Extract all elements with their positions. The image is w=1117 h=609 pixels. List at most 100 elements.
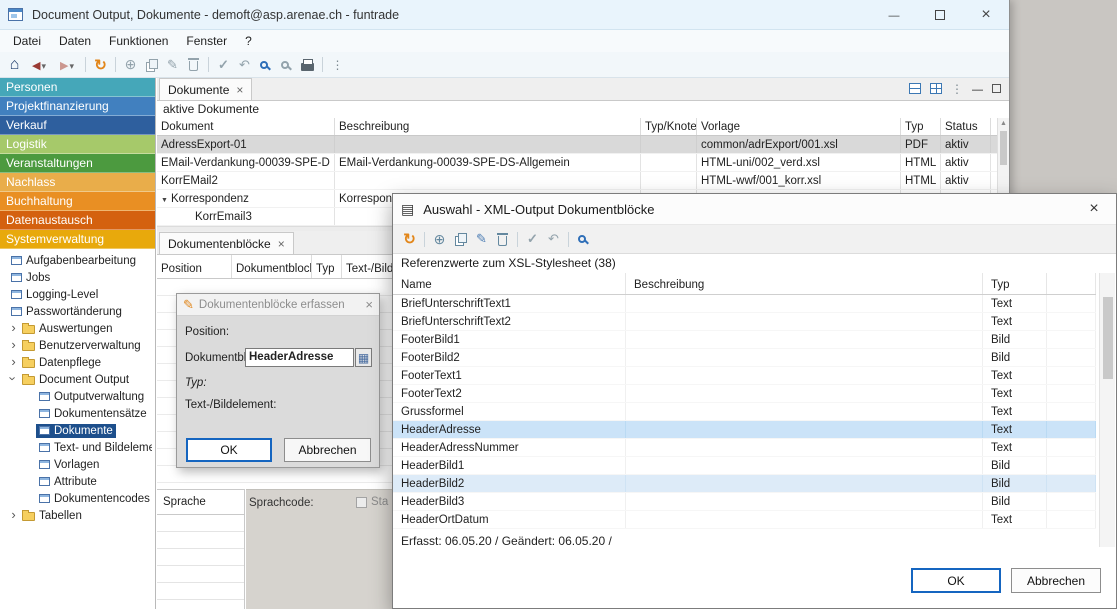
confirm-button[interactable] [522,227,543,251]
scrollbar-thumb[interactable] [1103,297,1113,379]
dokumentblock-input[interactable]: HeaderAdresse [245,348,354,367]
edit-button[interactable] [471,227,492,251]
column-header-beschreibung[interactable]: Beschreibung [626,273,983,294]
refresh-button[interactable] [399,227,420,251]
tab-close-icon[interactable] [278,237,285,251]
tree-item-tabellen[interactable]: Tabellen [0,507,155,524]
tab-dokumentenbloecke[interactable]: Dokumentenblöcke [159,232,294,254]
home-button[interactable] [4,53,25,77]
menu-item-fenster[interactable]: Fenster [177,30,236,52]
tree-item-dokumente[interactable]: Dokumente [0,422,155,439]
cancel-button[interactable]: Abbrechen [284,438,371,462]
scroll-up-icon[interactable]: ▲ [998,118,1009,130]
column-header-typ[interactable]: Typ [312,255,342,278]
expander-icon[interactable] [8,373,19,386]
sidebar-category-datenaustausch[interactable]: Datenaustausch [0,211,155,230]
copy-button[interactable] [141,53,162,77]
ok-button[interactable]: OK [186,438,272,462]
tree-item-text-und-bildelemente[interactable]: Text- und Bildelemente [0,439,155,456]
reference-vertical-scrollbar[interactable] [1099,273,1115,547]
column-header-vorlage[interactable]: Vorlage [697,118,901,135]
sidebar-category-personen[interactable]: Personen [0,78,155,97]
undo-button[interactable] [234,53,255,77]
menu-item-datei[interactable]: Datei [4,30,50,52]
reference-row[interactable]: HeaderBild3Bild [393,493,1096,511]
lookup-button[interactable] [355,348,372,367]
close-button[interactable] [963,0,1009,30]
document-row[interactable]: AdressExport-01common/adrExport/001.xslP… [157,136,997,154]
expander-icon[interactable] [8,509,19,522]
refresh-button[interactable] [90,53,111,77]
sidebar-category-logistik[interactable]: Logistik [0,135,155,154]
tree-item-benutzerverwaltung[interactable]: Benutzerverwaltung [0,337,155,354]
column-header-dokument[interactable]: Dokument [157,118,335,135]
tree-item-vorlagen[interactable]: Vorlagen [0,456,155,473]
sprache-column-header[interactable]: Sprache [157,489,245,515]
column-header-typ-knoten[interactable]: Typ/Knoten [641,118,697,135]
reference-row[interactable]: HeaderBild2Bild [393,475,1096,493]
cancel-button[interactable]: Abbrechen [1011,568,1101,593]
sidebar-category-projektfinanzierung[interactable]: Projektfinanzierung [0,97,155,116]
reference-row[interactable]: HeaderAdresseText [393,421,1096,439]
more-options-icon[interactable] [951,82,963,96]
search-button[interactable] [255,53,276,77]
sidebar-category-systemverwaltung[interactable]: Systemverwaltung [0,230,155,249]
edit-button[interactable] [162,53,183,77]
reference-row[interactable]: FooterBild2Bild [393,349,1096,367]
tab-dokumente[interactable]: Dokumente [159,78,252,100]
restore-panel-icon[interactable] [992,84,1001,93]
edit-dialog-close-icon[interactable] [365,297,373,312]
menu-item-[interactable]: ? [236,30,261,52]
reference-row[interactable]: HeaderAdressNummerText [393,439,1096,457]
delete-button[interactable] [183,53,204,77]
column-header-typ[interactable]: Typ [901,118,941,135]
collapse-icon[interactable] [161,193,171,205]
copy-button[interactable] [450,227,471,251]
tree-item-datenpflege[interactable]: Datenpflege [0,354,155,371]
reference-row[interactable]: FooterBild1Bild [393,331,1096,349]
tree-item-auswertungen[interactable]: Auswertungen [0,320,155,337]
reference-row[interactable]: GrussformelText [393,403,1096,421]
search-secondary-button[interactable] [276,53,297,77]
reference-row[interactable]: FooterText1Text [393,367,1096,385]
reference-row[interactable]: BriefUnterschriftText2Text [393,313,1096,331]
document-row[interactable]: EMail-Verdankung-00039-SPE-DEMail-Verdan… [157,154,997,172]
tree-item-outputverwaltung[interactable]: Outputverwaltung [0,388,155,405]
expander-icon[interactable] [8,356,19,369]
tree-item-jobs[interactable]: Jobs [0,269,155,286]
print-button[interactable] [297,53,318,77]
menu-item-funktionen[interactable]: Funktionen [100,30,177,52]
search-button[interactable] [573,227,594,251]
tree-item-dokumentens-tze[interactable]: Dokumentensätze [0,405,155,422]
tree-item-passwort-nderung[interactable]: Passwortänderung [0,303,155,320]
reference-row[interactable]: HeaderOrtDatumText [393,511,1096,529]
auswahl-close-button[interactable] [1072,194,1116,224]
confirm-button[interactable] [213,53,234,77]
sidebar-category-nachlass[interactable]: Nachlass [0,173,155,192]
sidebar-category-veranstaltungen[interactable]: Veranstaltungen [0,154,155,173]
toolbar-overflow-button[interactable] [327,53,348,77]
reference-row[interactable]: HeaderBild1Bild [393,457,1096,475]
minimize-panel-icon[interactable] [972,82,983,96]
tree-item-attribute[interactable]: Attribute [0,473,155,490]
document-row[interactable]: KorrEMail2HTML-wwf/001_korr.xslHTMLaktiv [157,172,997,190]
split-horizontal-icon[interactable] [909,83,921,94]
scrollbar-thumb[interactable] [1000,131,1007,165]
reference-row[interactable]: FooterText2Text [393,385,1096,403]
tree-item-logging-level[interactable]: Logging-Level [0,286,155,303]
column-header-position[interactable]: Position [157,255,232,278]
expander-icon[interactable] [8,322,19,335]
ok-button[interactable]: OK [911,568,1001,593]
back-button[interactable] [25,53,53,77]
tree-item-dokumentencodes[interactable]: Dokumentencodes [0,490,155,507]
undo-button[interactable] [543,227,564,251]
sidebar-category-buchhaltung[interactable]: Buchhaltung [0,192,155,211]
minimize-button[interactable] [871,0,917,30]
tab-close-icon[interactable] [236,83,243,97]
reference-row[interactable]: BriefUnterschriftText1Text [393,295,1096,313]
expander-icon[interactable] [8,339,19,352]
add-button[interactable] [429,227,450,251]
column-header-beschreibung[interactable]: Beschreibung [335,118,641,135]
menu-item-daten[interactable]: Daten [50,30,100,52]
standard-checkbox[interactable]: Sta [356,496,388,508]
